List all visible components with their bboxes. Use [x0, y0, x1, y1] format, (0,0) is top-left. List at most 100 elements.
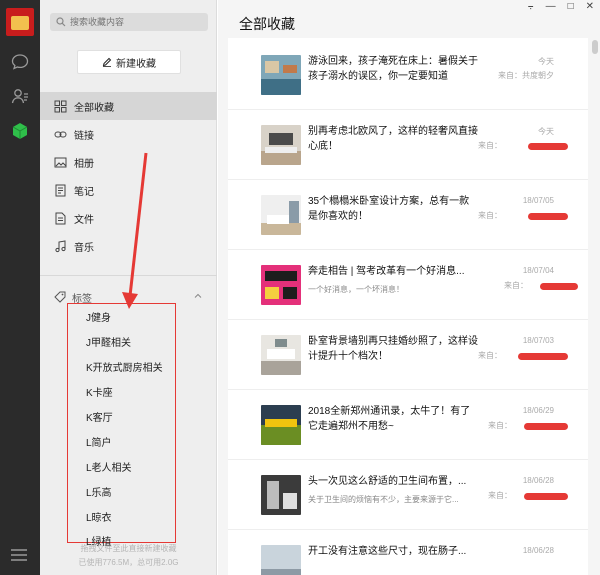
search-box[interactable]	[50, 13, 208, 31]
card-title: 别再考虑北欧风了，这样的轻奢风直接心底！	[308, 126, 478, 152]
card-date: 18/07/03	[522, 336, 554, 345]
tag-item[interactable]: K开放式厨房相关	[86, 359, 163, 374]
tag-item[interactable]: L晾衣	[86, 509, 112, 524]
chevron-up-icon[interactable]	[193, 291, 203, 301]
nav-item-all[interactable]: 全部收藏	[40, 92, 217, 120]
avatar[interactable]	[6, 8, 34, 36]
note-icon	[55, 184, 66, 196]
redaction-mark	[528, 143, 568, 150]
redaction-mark	[524, 423, 568, 430]
card-thumbnail	[261, 265, 301, 305]
search-icon	[56, 17, 66, 27]
card-thumbnail	[261, 55, 301, 95]
card-thumbnail	[261, 335, 301, 375]
left-rail	[0, 0, 40, 575]
favorite-card[interactable]: 头一次见这么舒适的卫生间布置，... 关于卫生间的烦恼有不少，主要来源于它...…	[228, 460, 588, 530]
card-title: 35个榻榻米卧室设计方案，总有一款是你喜欢的！	[308, 196, 470, 222]
album-icon	[54, 157, 67, 167]
storage-usage: 已使用776.5M，总可用2.0G	[78, 558, 179, 567]
card-source: 来自：	[478, 211, 502, 220]
card-source: 来自：	[478, 141, 502, 150]
link-icon	[54, 131, 67, 137]
nav-item-label: 笔记	[74, 186, 94, 198]
card-title: 2018全新郑州通讯录，太牛了！有了它走遍郑州不用愁~	[308, 406, 471, 432]
grid-icon	[54, 100, 67, 112]
card-date: 18/06/28	[522, 546, 554, 555]
nav-item-label: 全部收藏	[74, 102, 114, 114]
music-icon	[55, 239, 66, 252]
search-input[interactable]	[70, 17, 200, 27]
nav-item-label: 链接	[74, 130, 94, 142]
card-thumbnail	[261, 405, 301, 445]
card-source: 来自：共度朝夕	[498, 71, 554, 80]
card-title: 头一次见这么舒适的卫生间布置，...	[308, 476, 467, 487]
favorite-card[interactable]: 游泳回来，孩子淹死在床上：暑假关于孩子溺水的误区，你一定要知道 今天 来自：共度…	[228, 40, 588, 110]
contacts-icon[interactable]	[10, 86, 30, 106]
nav-item-file[interactable]: 文件	[40, 204, 217, 232]
card-title: 奔走相告 | 驾考改革有一个好消息...	[308, 266, 465, 277]
redaction-mark	[540, 283, 578, 290]
favorites-cube-icon[interactable]	[10, 121, 30, 141]
card-title: 开工没有注意这些尺寸，现在肠子...	[308, 546, 467, 557]
nav-item-music[interactable]: 音乐	[40, 232, 217, 260]
minimize-icon[interactable]: —	[546, 1, 556, 12]
tag-icon	[54, 291, 66, 303]
new-favorite-button[interactable]: 新建收藏	[77, 50, 181, 74]
card-subtitle: 关于卫生间的烦恼有不少，主要来源于它...	[308, 495, 459, 504]
card-title: 游泳回来，孩子淹死在床上：暑假关于孩子溺水的误区，你一定要知道	[308, 56, 478, 82]
chat-icon[interactable]	[10, 52, 30, 72]
nav-item-link[interactable]: 链接	[40, 120, 217, 148]
card-thumbnail	[261, 125, 301, 165]
file-icon	[55, 212, 66, 224]
scrollbar[interactable]	[592, 40, 598, 54]
card-date: 18/06/28	[522, 476, 554, 485]
favorites-list: 游泳回来，孩子淹死在床上：暑假关于孩子溺水的误区，你一定要知道 今天 来自：共度…	[228, 38, 588, 575]
card-source: 来自：	[478, 351, 502, 360]
drag-hint: 拖拽文件至此直接新建收藏	[80, 544, 177, 553]
favorite-card[interactable]: 别再考虑北欧风了，这样的轻奢风直接心底！ 今天 来自：	[228, 110, 588, 180]
nav-item-label: 文件	[74, 214, 94, 226]
page-title: 全部收藏	[239, 16, 295, 32]
nav-item-album[interactable]: 相册	[40, 148, 217, 176]
nav-item-label: 音乐	[74, 242, 94, 254]
card-date: 今天	[538, 127, 554, 136]
favorite-card[interactable]: 2018全新郑州通讯录，太牛了！有了它走遍郑州不用愁~ 18/06/29 来自：	[228, 390, 588, 460]
favorite-card[interactable]: 开工没有注意这些尺寸，现在肠子... 18/06/28	[228, 530, 588, 575]
card-title: 卧室背景墙别再只挂婚纱照了，这样设计提升十个档次！	[308, 336, 478, 362]
tag-item[interactable]: K卡座	[86, 384, 113, 399]
tag-item[interactable]: J甲醛相关	[86, 334, 131, 349]
tag-item[interactable]: L乐高	[86, 484, 112, 499]
pencil-icon	[102, 57, 112, 67]
tag-item[interactable]: K客厅	[86, 409, 113, 424]
redaction-mark	[518, 353, 568, 360]
card-date: 18/07/04	[522, 266, 554, 275]
tag-item[interactable]: L老人相关	[86, 459, 132, 474]
card-date: 18/06/29	[522, 406, 554, 415]
close-icon[interactable]: ✕	[586, 1, 594, 12]
card-subtitle: 一个好消息，一个坏消息！	[308, 285, 404, 294]
redaction-mark	[524, 493, 568, 500]
card-thumbnail	[261, 195, 301, 235]
card-thumbnail	[261, 545, 301, 575]
nav-item-note[interactable]: 笔记	[40, 176, 217, 204]
menu-icon[interactable]	[10, 548, 28, 562]
card-thumbnail	[261, 475, 301, 515]
pin-icon[interactable]: ⨪	[528, 1, 534, 12]
card-date: 今天	[538, 57, 554, 66]
tag-item[interactable]: L简户	[86, 434, 112, 449]
window-controls: ⨪ — □ ✕	[528, 1, 594, 12]
tag-item[interactable]: L绿植	[86, 533, 112, 548]
card-source: 来自：	[488, 421, 512, 430]
favorite-card[interactable]: 奔走相告 | 驾考改革有一个好消息... 一个好消息，一个坏消息！ 18/07/…	[228, 250, 588, 320]
nav-item-label: 相册	[74, 158, 94, 170]
favorite-card[interactable]: 卧室背景墙别再只挂婚纱照了，这样设计提升十个档次！ 18/07/03 来自：	[228, 320, 588, 390]
tag-item[interactable]: J健身	[86, 309, 111, 324]
card-source: 来自：	[504, 281, 528, 290]
nav-divider	[40, 275, 217, 276]
maximize-icon[interactable]: □	[568, 1, 574, 12]
new-favorite-label: 新建收藏	[116, 58, 156, 70]
favorite-card[interactable]: 35个榻榻米卧室设计方案，总有一款是你喜欢的！ 18/07/05 来自：	[228, 180, 588, 250]
content-panel: ⨪ — □ ✕ 全部收藏 游泳回来，孩子淹死在床上：暑假关于孩子溺水的误区，你一…	[218, 0, 600, 575]
card-source: 来自：	[488, 491, 512, 500]
redaction-mark	[528, 213, 568, 220]
